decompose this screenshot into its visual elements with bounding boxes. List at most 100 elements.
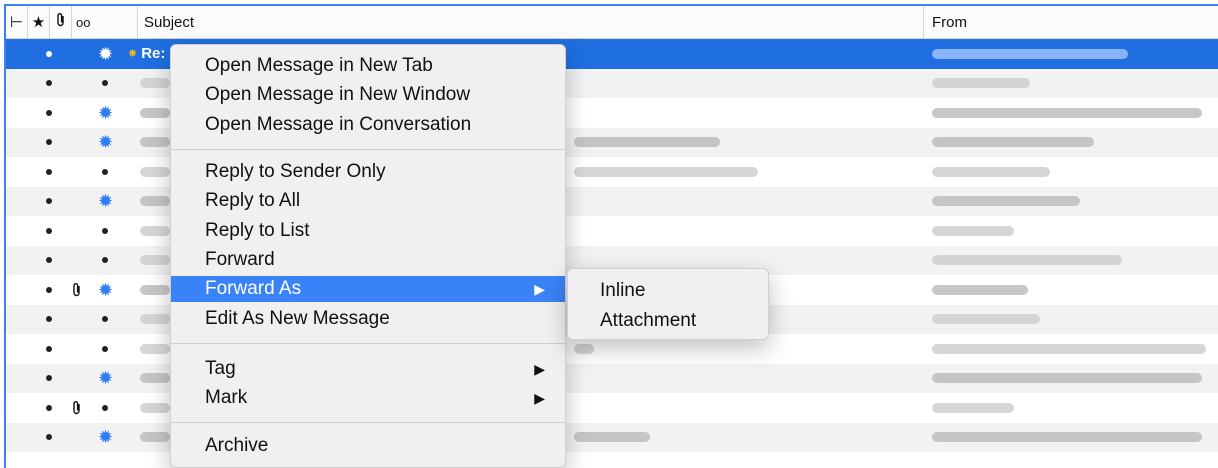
read-dot[interactable] xyxy=(102,257,108,264)
new-message-icon: ✹ xyxy=(98,43,114,64)
redacted-sender xyxy=(932,166,1050,177)
star-column-header[interactable]: ★ xyxy=(28,6,50,38)
menu-tag[interactable]: Tag ▶ xyxy=(171,356,565,382)
read-dot[interactable] xyxy=(46,168,52,175)
redacted-sender xyxy=(932,225,1014,236)
redacted-subject xyxy=(140,255,170,266)
subject-header-label: Subject xyxy=(144,13,195,31)
read-dot[interactable] xyxy=(46,257,52,264)
read-dot[interactable] xyxy=(102,168,108,175)
submenu-item-label: Attachment xyxy=(600,310,697,331)
paperclip-icon xyxy=(72,393,82,423)
column-header: ⊢ ★ oo Subject From xyxy=(6,6,1218,39)
menu-open-new-tab[interactable]: Open Message in New Tab xyxy=(171,53,565,79)
read-dot[interactable] xyxy=(102,404,108,411)
redacted-sender xyxy=(932,137,1094,148)
read-dot[interactable] xyxy=(46,139,52,146)
paperclip-icon xyxy=(56,12,66,32)
redacted-subject xyxy=(140,432,170,443)
menu-item-label: Forward As xyxy=(205,278,302,299)
menu-item-label: Edit As New Message xyxy=(205,308,390,329)
from-column-header[interactable]: From xyxy=(932,6,1218,38)
redacted-sender xyxy=(932,432,1202,443)
redacted-sender xyxy=(932,78,1030,89)
read-dot[interactable] xyxy=(46,227,52,234)
read-dot[interactable] xyxy=(46,434,52,441)
menu-separator xyxy=(171,149,565,150)
redacted-sender xyxy=(932,107,1202,118)
menu-mark[interactable]: Mark ▶ xyxy=(171,385,565,411)
thread-column-header[interactable]: ⊢ xyxy=(6,6,28,38)
menu-reply-all[interactable]: Reply to All xyxy=(171,188,565,214)
menu-item-label: Reply to All xyxy=(205,190,301,211)
redacted-subject xyxy=(140,78,170,89)
subject-column-header[interactable]: Subject xyxy=(144,6,924,38)
menu-item-label: Archive xyxy=(205,435,269,456)
menu-item-label: Reply to List xyxy=(205,220,310,241)
redacted-subject xyxy=(140,343,170,354)
redacted-subject xyxy=(140,402,170,413)
menu-reply-sender-only[interactable]: Reply to Sender Only xyxy=(171,159,565,185)
redacted-subject xyxy=(140,314,170,325)
redacted-subject xyxy=(140,107,170,118)
redacted-subject-tail xyxy=(574,432,650,443)
menu-item-label: Forward xyxy=(205,249,275,270)
redacted-sender xyxy=(932,284,1028,295)
starred-icon[interactable]: ✸ xyxy=(128,47,137,60)
menu-open-new-window[interactable]: Open Message in New Window xyxy=(171,82,565,108)
read-dot[interactable] xyxy=(46,286,52,293)
message-context-menu: Open Message in New Tab Open Message in … xyxy=(170,44,566,468)
menu-item-label: Tag xyxy=(205,358,236,379)
read-dot[interactable] xyxy=(46,198,52,205)
new-message-icon: ✹ xyxy=(98,132,114,153)
redacted-sender xyxy=(932,255,1122,266)
glasses-icon: oo xyxy=(76,14,91,30)
read-dot[interactable] xyxy=(102,227,108,234)
menu-reply-list[interactable]: Reply to List xyxy=(171,218,565,244)
attachment-column-header[interactable] xyxy=(50,6,72,38)
subject-prefix: Re: xyxy=(141,45,166,63)
read-dot[interactable] xyxy=(102,345,108,352)
redacted-sender xyxy=(932,373,1202,384)
submenu-arrow-icon: ▶ xyxy=(534,389,545,406)
menu-item-label: Reply to Sender Only xyxy=(205,161,386,182)
redacted-subject-tail xyxy=(574,166,758,177)
menu-forward[interactable]: Forward xyxy=(171,247,565,273)
redacted-subject xyxy=(140,284,170,295)
submenu-arrow-icon: ▶ xyxy=(534,360,545,377)
redacted-subject xyxy=(140,137,170,148)
forward-as-submenu: Inline Attachment xyxy=(567,268,769,340)
thread-icon: ⊢ xyxy=(9,14,24,31)
menu-edit-as-new[interactable]: Edit As New Message xyxy=(171,306,565,332)
new-message-icon: ✹ xyxy=(98,102,114,123)
redacted-sender xyxy=(932,343,1206,354)
redacted-subject xyxy=(140,166,170,177)
read-dot[interactable] xyxy=(46,345,52,352)
read-dot[interactable] xyxy=(46,109,52,116)
from-header-label: From xyxy=(932,13,967,31)
submenu-attachment[interactable]: Attachment xyxy=(568,308,768,334)
read-dot[interactable] xyxy=(46,80,52,87)
redacted-subject xyxy=(140,225,170,236)
read-dot[interactable] xyxy=(102,316,108,323)
redacted-sender xyxy=(932,402,1014,413)
read-column-header[interactable]: oo xyxy=(72,6,138,38)
read-dot[interactable] xyxy=(46,404,52,411)
menu-item-label: Open Message in Conversation xyxy=(205,114,472,135)
unread-dot[interactable] xyxy=(46,50,52,57)
read-dot[interactable] xyxy=(46,316,52,323)
menu-forward-as[interactable]: Forward As ▶ xyxy=(171,276,565,302)
redacted-subject-tail xyxy=(574,137,720,148)
read-dot[interactable] xyxy=(102,80,108,87)
menu-archive[interactable]: Archive xyxy=(171,433,565,459)
menu-separator xyxy=(171,422,565,423)
menu-open-conversation[interactable]: Open Message in Conversation xyxy=(171,112,565,138)
redacted-subject-tail xyxy=(574,343,594,354)
redacted-subject xyxy=(140,196,170,207)
submenu-inline[interactable]: Inline xyxy=(568,278,768,304)
menu-item-label: Open Message in New Tab xyxy=(205,55,433,76)
submenu-arrow-icon: ▶ xyxy=(534,280,545,297)
redacted-sender xyxy=(932,314,1040,325)
read-dot[interactable] xyxy=(46,375,52,382)
new-message-icon: ✹ xyxy=(98,191,114,212)
